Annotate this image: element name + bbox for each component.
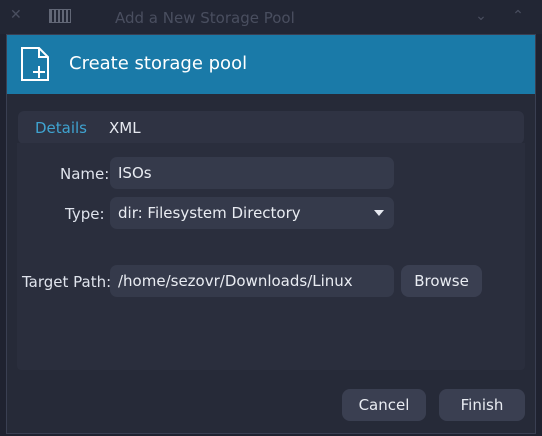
type-dropdown-value: dir: Filesystem Directory xyxy=(118,204,301,222)
dropdown-arrow-icon xyxy=(374,210,384,216)
name-input[interactable]: ISOs xyxy=(110,157,394,189)
storage-pool-dialog: Create storage pool Details XML Name: IS… xyxy=(6,34,536,434)
app-logo-icon xyxy=(49,9,71,23)
cancel-button[interactable]: Cancel xyxy=(342,389,426,421)
dialog-banner: Create storage pool xyxy=(7,35,535,94)
tab-bar: Details XML xyxy=(18,111,524,144)
new-file-icon xyxy=(21,47,49,81)
window-titlebar: ✕ Add a New Storage Pool ⌄ ⌃ xyxy=(0,0,542,34)
finish-button[interactable]: Finish xyxy=(439,389,525,421)
chevron-down-icon[interactable]: ⌄ xyxy=(471,6,491,26)
type-dropdown[interactable]: dir: Filesystem Directory xyxy=(110,197,394,229)
chevron-up-icon[interactable]: ⌃ xyxy=(508,6,528,26)
tab-details[interactable]: Details xyxy=(35,119,87,137)
close-icon[interactable]: ✕ xyxy=(10,8,24,22)
target-path-input[interactable]: /home/sezovr/Downloads/Linux xyxy=(110,265,394,297)
dialog-title: Create storage pool xyxy=(69,53,248,74)
name-label: Name: xyxy=(60,165,110,183)
window-title: Add a New Storage Pool xyxy=(115,9,295,27)
target-path-label: Target Path: xyxy=(22,273,112,291)
type-label: Type: xyxy=(65,205,105,223)
browse-button[interactable]: Browse xyxy=(401,265,482,297)
tab-xml[interactable]: XML xyxy=(109,119,141,137)
